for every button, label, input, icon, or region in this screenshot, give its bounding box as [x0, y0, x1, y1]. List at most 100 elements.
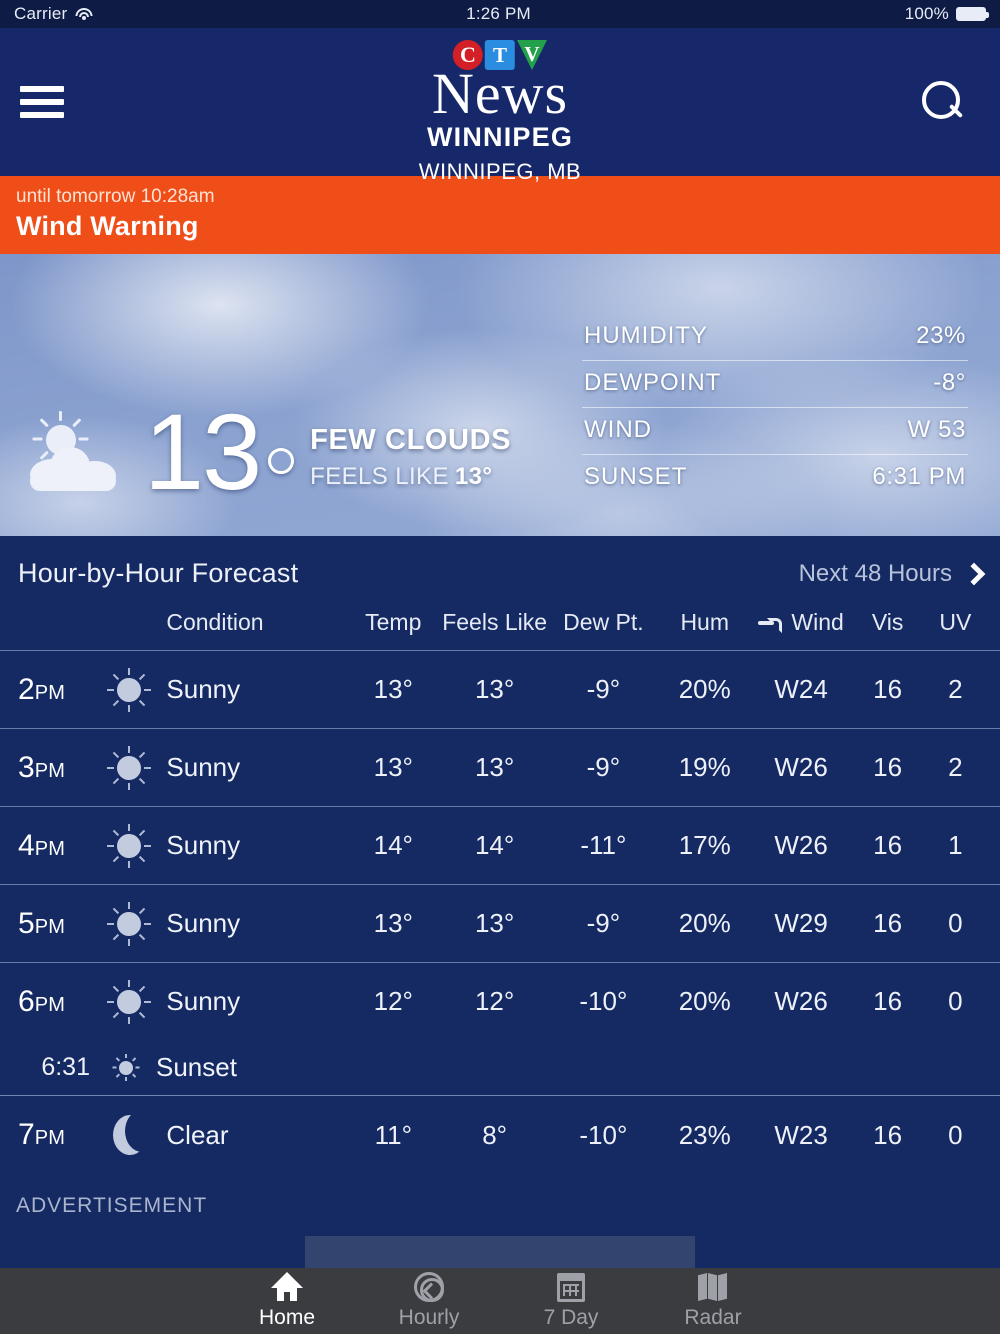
battery-percent-label: 100% — [904, 4, 949, 23]
bottom-tab-bar: Home Hourly 7 Day Radar — [0, 1268, 1000, 1334]
feels-like-row: FEELS LIKE 13° — [310, 463, 511, 491]
row-dew-point: -9° — [586, 674, 621, 704]
row-visibility: 16 — [873, 1119, 903, 1150]
row-temp: 13° — [373, 674, 413, 704]
row-wind: W26 — [774, 986, 828, 1016]
location-label: WINNIPEG, MB — [418, 159, 582, 184]
sunset-event-row: 6:31 Sunset — [0, 1040, 1000, 1096]
current-conditions-panel: 13 FEW CLOUDS FEELS LIKE 13° HUMIDITY 23%… — [0, 254, 1000, 536]
row-temp: 14° — [373, 830, 413, 860]
row-temp: 11° — [374, 1119, 412, 1150]
tab-home-label: Home — [258, 1306, 316, 1329]
table-row[interactable]: 5PM Sunny 13° 13° -9° 20% W29 16 0 — [0, 884, 1000, 962]
row-feels-like: 12° — [474, 986, 515, 1016]
table-row[interactable]: 7PM Clear 11° 8° -10° 23% W23 16 0 — [0, 1096, 1000, 1174]
row-humidity: 23% — [678, 1119, 731, 1150]
row-time: 6PM — [18, 984, 66, 1018]
next-48-hours-label: Next 48 Hours — [798, 559, 952, 587]
current-summary: 13 FEW CLOUDS FEELS LIKE 13° — [26, 391, 511, 512]
stat-row-sunset: SUNSET 6:31 PM — [582, 455, 968, 501]
stat-row-wind: WIND W 53 — [582, 408, 968, 455]
tab-home[interactable]: Home — [216, 1272, 358, 1330]
row-time: 7PM — [18, 1118, 66, 1151]
battery-full-icon — [955, 7, 989, 21]
chevron-right-icon — [962, 562, 986, 585]
next-48-hours-link[interactable]: Next 48 Hours — [798, 559, 986, 588]
stat-label: SUNSET — [584, 463, 688, 490]
row-wind: W26 — [774, 752, 828, 782]
column-header-temp: Temp — [365, 609, 422, 635]
row-time: 5PM — [18, 906, 66, 940]
cloud-part-icon — [30, 447, 116, 491]
wind-icon — [758, 617, 783, 633]
tab-radar-label: Radar — [684, 1306, 742, 1329]
ctv-v-badge: V — [517, 40, 547, 70]
stat-value: W 53 — [907, 416, 966, 443]
column-header-uv: UV — [939, 609, 972, 635]
stat-label: HUMIDITY — [584, 322, 708, 349]
stat-value: 23% — [916, 322, 966, 349]
hourly-forecast-section: Hour-by-Hour Forecast Next 48 Hours Cond… — [0, 536, 1000, 1174]
row-humidity: 19% — [678, 752, 731, 782]
tab-7day[interactable]: 7 Day — [500, 1272, 642, 1330]
row-time: 4PM — [18, 828, 66, 862]
row-uv: 0 — [948, 908, 963, 938]
map-icon — [697, 1272, 729, 1302]
row-feels-like: 14° — [474, 830, 515, 860]
weather-alert-banner[interactable]: until tomorrow 10:28am Wind Warning — [0, 176, 1000, 254]
column-header-feels-like: Feels Like — [442, 609, 548, 635]
app-header: C T V News WINNIPEG WINNIPEG, MB — [0, 28, 1000, 184]
home-icon — [271, 1272, 303, 1302]
current-stats-list: HUMIDITY 23% DEWPOINT -8° WIND W 53 SUNS… — [582, 314, 968, 501]
status-bar-left: Carrier — [14, 4, 93, 24]
sunny-icon — [99, 823, 158, 869]
row-wind: W24 — [774, 674, 828, 704]
row-dew-point: -10° — [579, 1119, 628, 1150]
stat-label: WIND — [584, 416, 652, 443]
advertisement-label: ADVERTISEMENT — [16, 1194, 208, 1217]
tab-radar[interactable]: Radar — [642, 1272, 784, 1330]
brand-station-name: WINNIPEG — [426, 122, 574, 152]
row-condition: Clear — [166, 1119, 229, 1150]
row-dew-point: -11° — [580, 830, 627, 860]
row-wind: W23 — [774, 1119, 828, 1150]
row-condition: Sunny — [166, 752, 241, 782]
ctv-logo-icon: C T V — [419, 40, 581, 70]
row-uv: 1 — [948, 830, 963, 860]
table-row[interactable]: 6PM Sunny 12° 12° -10° 20% W26 16 0 — [0, 962, 1000, 1040]
row-temp: 13° — [373, 908, 413, 938]
search-icon[interactable] — [920, 79, 966, 125]
wifi-icon — [75, 7, 93, 21]
row-condition: Sunny — [166, 986, 241, 1016]
sunny-icon — [99, 979, 158, 1025]
table-row[interactable]: 2PM Sunny 13° 13° -9° 20% W24 16 2 — [0, 650, 1000, 728]
ctv-c-badge: C — [452, 40, 483, 70]
table-row[interactable]: 4PM Sunny 14° 14° -11° 17% W26 16 1 — [0, 806, 1000, 884]
row-uv: 2 — [948, 674, 963, 704]
status-bar: Carrier 1:26 PM 100% — [0, 0, 1000, 28]
row-humidity: 20% — [678, 674, 731, 704]
feels-like-label: FEELS LIKE — [310, 462, 449, 490]
tab-hourly[interactable]: Hourly — [358, 1272, 500, 1330]
row-visibility: 16 — [873, 986, 903, 1016]
hamburger-menu-icon[interactable] — [20, 86, 64, 118]
status-bar-time: 1:26 PM — [466, 4, 531, 23]
brand-news-word: News — [431, 61, 569, 126]
current-temperature: 13 — [144, 391, 262, 512]
stat-value: -8° — [933, 369, 966, 396]
sun-behind-cloud-icon — [26, 407, 122, 497]
hourly-title: Hour-by-Hour Forecast — [18, 558, 299, 588]
weather-app-screen: Carrier 1:26 PM 100% C T V News WINNIPEG… — [0, 0, 1000, 1334]
row-humidity: 17% — [678, 830, 731, 860]
current-condition-block: FEW CLOUDS FEELS LIKE 13° — [310, 414, 511, 491]
alert-until-label: until tomorrow 10:28am — [16, 186, 215, 207]
column-header-humidity: Hum — [680, 609, 729, 635]
row-condition: Sunny — [166, 908, 241, 938]
column-header-visibility: Vis — [871, 609, 904, 635]
column-header-wind-label: Wind — [791, 609, 844, 635]
table-row[interactable]: 3PM Sunny 13° 13° -9° 19% W26 16 2 — [0, 728, 1000, 806]
row-visibility: 16 — [873, 830, 903, 860]
stat-value: 6:31 PM — [872, 463, 966, 490]
row-feels-like: 13° — [474, 908, 515, 938]
carrier-label: Carrier — [14, 4, 68, 23]
